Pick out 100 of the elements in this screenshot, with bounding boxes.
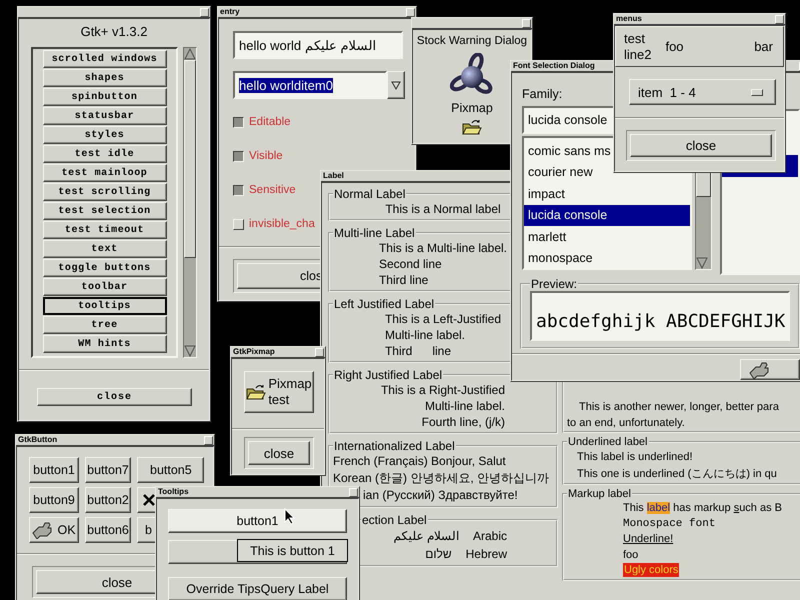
frame-title: Markup label [567,487,632,501]
maximize-button[interactable] [315,348,324,356]
window-title: Font Selection Dialog [513,61,595,71]
grid-button[interactable]: button1 [29,457,79,483]
maximize-button[interactable] [775,14,784,24]
grid-button[interactable]: button6 [85,517,131,543]
window-title: menus [616,14,642,24]
dropdown-button[interactable] [387,71,405,99]
markup-text: This label has markup such as B [622,501,783,516]
frame-title: Underlined label [567,435,648,449]
font-list-item[interactable]: lucida console [524,204,690,226]
demo-button[interactable]: shapes [42,69,166,87]
demo-button[interactable]: test mainloop [42,164,166,182]
entry-text: hello worlditem0 [239,78,333,92]
text-entry[interactable]: hello world السلام عليكم [233,31,403,59]
demo-button[interactable]: scrolled windows [42,50,166,68]
menu-item[interactable]: test line2 [624,30,652,62]
window-title: entry [220,7,240,17]
orb-icon [450,53,494,97]
close-button[interactable]: close [248,441,310,465]
ok-button[interactable]: OK [29,517,79,543]
checkbox[interactable] [233,150,244,162]
language-name: Arabic [472,528,507,545]
checkbox[interactable] [233,116,244,128]
scroll-up-icon[interactable] [184,48,196,60]
folder-icon [246,384,266,400]
demo-button[interactable]: test timeout [42,221,166,239]
label-text: This label is underlined! [576,450,694,465]
grid-button[interactable]: button9 [29,487,79,513]
colored-text: Ugly colors [623,563,680,577]
demo-button[interactable]: test idle [42,145,166,163]
menu-item[interactable]: foo [665,38,684,54]
close-button[interactable]: close [37,388,192,406]
tooltip-demo-button[interactable]: button1 [168,509,347,533]
demo-button[interactable]: test selection [42,202,166,220]
demo-button[interactable]: text [42,240,166,258]
checkbox[interactable] [233,184,244,196]
scroll-down-icon[interactable] [184,345,196,357]
app-title: Gtk+ v1.3.2 [80,24,148,40]
demo-button[interactable]: styles [42,126,166,144]
label-text: This is a Right-Justified Multi-line label. Fourth line, (j/k) [380,382,506,430]
maximize-button[interactable] [406,8,415,16]
label-text: foo [622,548,640,562]
pixmap-caption: Pixmap [451,101,493,115]
demo-button[interactable]: WM hints [42,335,166,353]
tooltip: This is button 1 [237,539,348,562]
grid-button[interactable]: button5 [137,457,204,483]
grid-button[interactable]: button2 [85,487,131,513]
combo-entry[interactable]: hello worlditem0 [233,71,387,99]
frame-title: Right Justified Label [333,368,444,382]
demo-button[interactable]: toolbar [42,278,166,296]
demo-button[interactable]: spinbutton [42,88,166,106]
scrollbar[interactable] [183,47,197,358]
tooltip-demo-button[interactable]: Override TipsQuery Label [168,577,347,600]
demo-button[interactable]: tree [42,316,166,334]
frame-title: Internationalized Label [333,439,456,453]
frame-title: Multi-line Label [333,226,416,240]
label-text: This is a Normal label [385,201,501,217]
scroll-down-icon[interactable] [696,257,708,269]
hand-icon [32,521,54,539]
pixmap-button[interactable]: Pixmap test [244,371,314,413]
folder-icon [462,119,482,135]
demo-button[interactable]: statusbar [42,107,166,125]
demo-button[interactable]: toggle buttons [42,259,166,277]
font-list-item[interactable]: marlett [524,226,690,248]
maximize-button[interactable] [349,488,358,496]
frame-title: ection Label [361,513,428,527]
maximize-button[interactable] [200,8,209,16]
label-text: This is a Left-Justified Multi-line label. Third line [384,311,502,359]
cross-icon [143,494,155,506]
option-menu[interactable]: item 1 - 4 [629,79,776,105]
option-indicator-icon [751,88,763,96]
window-title: Label [323,171,344,181]
frame-title: Normal Label [333,187,406,201]
demo-button[interactable]: test scrolling [42,183,166,201]
frame-title: Left Justified Label [333,297,436,311]
label-text: ian (Русский) Здравствуйте! [363,487,518,504]
grid-button[interactable]: button7 [85,457,131,483]
window-title: GtkPixmap [233,347,275,357]
language-name: Hebrew [466,546,507,563]
scrollbar-thumb[interactable] [184,60,196,258]
maximize-button[interactable] [522,18,531,28]
window-title: GtkButton [18,435,58,445]
demo-button[interactable]: tooltips [42,297,166,315]
label-text: to an end, unfortunately. [567,416,686,431]
label-text: Korean (한글) 안녕하세요, 안녕하십니까 [333,470,550,487]
label-text: This one is underlined (こんにちは) in qu [576,467,778,482]
preview-entry[interactable]: abcdefghijk ABCDEFGHIJK [530,291,790,341]
pointer-icon [284,508,295,525]
dialog-heading: Stock Warning Dialog [416,35,528,47]
font-list-item[interactable]: monospace [524,248,690,269]
label-text: French (Français) Bonjour, Salut [333,453,507,470]
font-list-item[interactable]: impact [524,183,690,204]
close-button[interactable]: close [630,134,772,157]
hand-icon [749,360,771,378]
ok-button[interactable] [740,359,800,380]
window-title: Tooltips [158,487,189,497]
maximize-button[interactable] [204,436,213,444]
menu-item[interactable]: bar [754,38,773,54]
family-label: Family: [522,86,562,102]
